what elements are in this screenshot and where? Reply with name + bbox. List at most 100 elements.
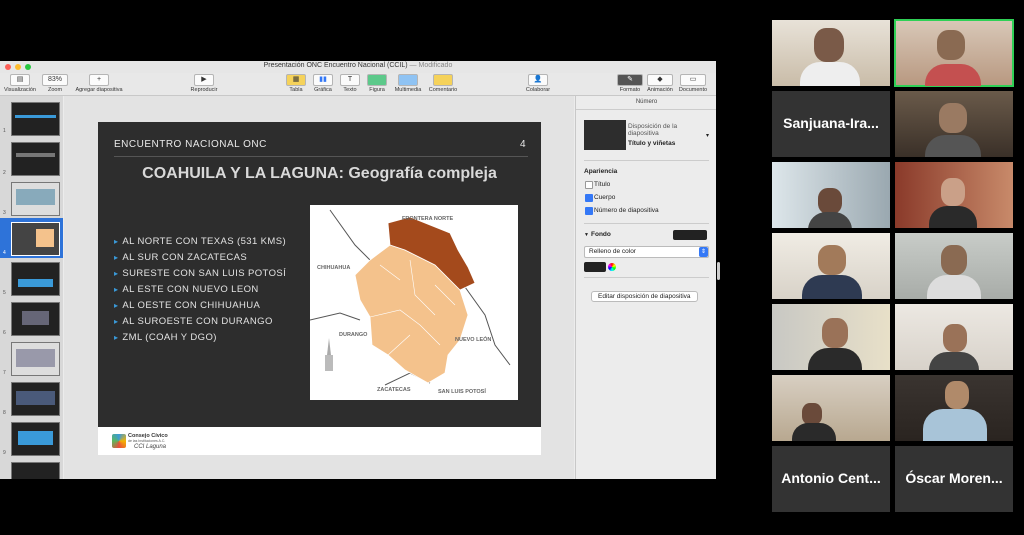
comment-label: Comentario: [428, 87, 458, 93]
chart-button[interactable]: ▮▮ Gráfica: [311, 74, 335, 93]
text-button[interactable]: T Texto: [338, 74, 362, 93]
participant-face: [945, 381, 969, 409]
title-checkbox[interactable]: [585, 181, 593, 189]
slide-number: 9: [3, 450, 6, 456]
edit-layout-button[interactable]: Editar disposición de diapositiva: [591, 291, 698, 302]
map-label-southeast: SAN LUIS POTOSÍ: [438, 389, 486, 395]
participant-name: Antonio Cent...: [781, 470, 881, 486]
bullet-text: AL ESTE CON NUEVO LEON: [122, 284, 259, 295]
participant-video-tile[interactable]: [895, 91, 1013, 157]
bullet-triangle-icon: ▸: [114, 253, 119, 262]
background-color-well[interactable]: [673, 230, 707, 240]
slide-number: 5: [3, 290, 6, 296]
background-label: Fondo: [591, 231, 611, 238]
animate-label: Animación: [647, 87, 673, 93]
fill-type-select[interactable]: Relleno de color ⇕: [584, 246, 709, 258]
chevron-down-icon[interactable]: ▾: [706, 132, 709, 139]
slide-thumbnail[interactable]: [11, 382, 60, 416]
bullet-triangle-icon: ▸: [114, 237, 119, 246]
document-button[interactable]: ▭ Documento: [676, 74, 710, 93]
participant-video-tile[interactable]: [895, 162, 1013, 228]
map-graphic: [310, 209, 511, 386]
participant-video-tile-active-speaker[interactable]: [894, 19, 1014, 87]
table-label: Tabla: [289, 87, 303, 93]
current-slide[interactable]: ENCUENTRO NACIONAL ONC 4 COAHUILA Y LA L…: [98, 122, 541, 455]
participant-video-tile[interactable]: [772, 304, 890, 370]
slide-number: 8: [3, 410, 6, 416]
disclosure-triangle-icon[interactable]: ▼: [584, 232, 589, 238]
participant-face: [939, 103, 967, 133]
participant-video-tile[interactable]: [895, 233, 1013, 299]
format-label: Formato: [619, 87, 641, 93]
participant-video-tile[interactable]: [772, 162, 890, 228]
select-arrows-icon: ⇕: [699, 247, 708, 257]
slide-thumbnail[interactable]: [11, 462, 60, 479]
north-arrow-icon: [327, 338, 331, 355]
slide-number: 3: [3, 210, 6, 216]
animate-button[interactable]: ◆ Animación: [645, 74, 675, 93]
participant-video-tile[interactable]: [772, 375, 890, 441]
slide-header: ENCUENTRO NACIONAL ONC: [114, 139, 267, 150]
slide-thumbnail[interactable]: [11, 182, 60, 216]
slide-thumbnail[interactable]: [11, 262, 60, 296]
slide-number-option-label: Número de diapositiva: [594, 207, 659, 214]
fill-color-well[interactable]: [584, 262, 606, 272]
slide-thumbnail[interactable]: [11, 342, 60, 376]
bullet-text: AL OESTE CON CHIHUAHUA: [122, 300, 261, 311]
layout-value[interactable]: Título y viñetas: [628, 140, 675, 147]
slide-thumbnail[interactable]: [11, 422, 60, 456]
map-label-north: FRONTERA NORTE: [402, 216, 454, 222]
participant-body: [802, 275, 862, 299]
fill-type-value: Relleno de color: [589, 248, 636, 255]
document-icon: ▭: [680, 74, 706, 86]
table-button[interactable]: ▦ Tabla: [284, 74, 308, 93]
participant-name-tile[interactable]: Antonio Cent...: [772, 446, 890, 512]
slide-thumbnail[interactable]: [11, 142, 60, 176]
bullet-triangle-icon: ▸: [114, 333, 119, 342]
toolbar: ▤ Visualización 83% Zoom + Agregar diapo…: [0, 73, 716, 96]
bullet-triangle-icon: ▸: [114, 269, 119, 278]
participant-name-tile[interactable]: Sanjuana-Ira...: [772, 91, 890, 157]
participant-video-tile[interactable]: [772, 233, 890, 299]
participant-face: [814, 28, 844, 62]
bullet-item: ▸ SURESTE CON SAN LUIS POTOSÍ: [114, 268, 286, 279]
play-button[interactable]: ▶ Reproducir: [188, 74, 220, 93]
slide-thumbnail[interactable]: [11, 102, 60, 136]
table-icon: ▦: [286, 74, 306, 86]
participant-video-tile[interactable]: [895, 304, 1013, 370]
bullet-item: ▸ ZML (COAH Y DGO): [114, 332, 217, 343]
zoom-select[interactable]: 83% Zoom: [40, 74, 70, 93]
participant-body: [929, 206, 977, 228]
slide-footer: Consejo Cívico de las Instituciones A.C.…: [98, 427, 541, 455]
canvas-scrollbar[interactable]: [717, 262, 720, 280]
window-title: Presentación ONC Encuentro Nacional (CCI…: [0, 62, 716, 69]
divider: [584, 160, 709, 161]
border-line: [329, 209, 371, 261]
body-option-label: Cuerpo: [594, 194, 616, 201]
inspector-header: Número: [576, 96, 716, 110]
body-checkbox[interactable]: [585, 194, 593, 202]
slide-number: 6: [3, 330, 6, 336]
slide-title: COAHUILA Y LA LAGUNA: Geografía compleja: [142, 165, 497, 182]
participant-name-tile[interactable]: Óscar Moren...: [895, 446, 1013, 512]
header-divider: [114, 156, 528, 157]
participant-video-tile[interactable]: [772, 20, 890, 86]
bullet-item: ▸ AL OESTE CON CHIHUAHUA: [114, 300, 260, 311]
slide-thumbnail[interactable]: [11, 222, 60, 256]
bullet-item: ▸ AL ESTE CON NUEVO LEON: [114, 284, 259, 295]
bullet-triangle-icon: ▸: [114, 285, 119, 294]
slide-thumbnail[interactable]: [11, 302, 60, 336]
slide-number-checkbox[interactable]: [585, 207, 593, 215]
collaborate-button[interactable]: 👤 Colaborar: [522, 74, 554, 93]
add-slide-button[interactable]: + Agregar diapositiva: [72, 74, 126, 93]
collaborate-label: Colaborar: [525, 87, 551, 93]
layout-thumbnail[interactable]: [584, 120, 626, 150]
participant-video-tile[interactable]: [895, 375, 1013, 441]
north-arrow-icon: [325, 355, 333, 371]
comment-button[interactable]: Comentario: [426, 74, 460, 93]
view-button[interactable]: ▤ Visualización: [3, 74, 37, 93]
color-wheel-icon[interactable]: [608, 263, 616, 271]
format-button[interactable]: ✎ Formato: [615, 74, 645, 93]
shape-button[interactable]: Figura: [365, 74, 389, 93]
media-button[interactable]: Multimedia: [392, 74, 424, 93]
